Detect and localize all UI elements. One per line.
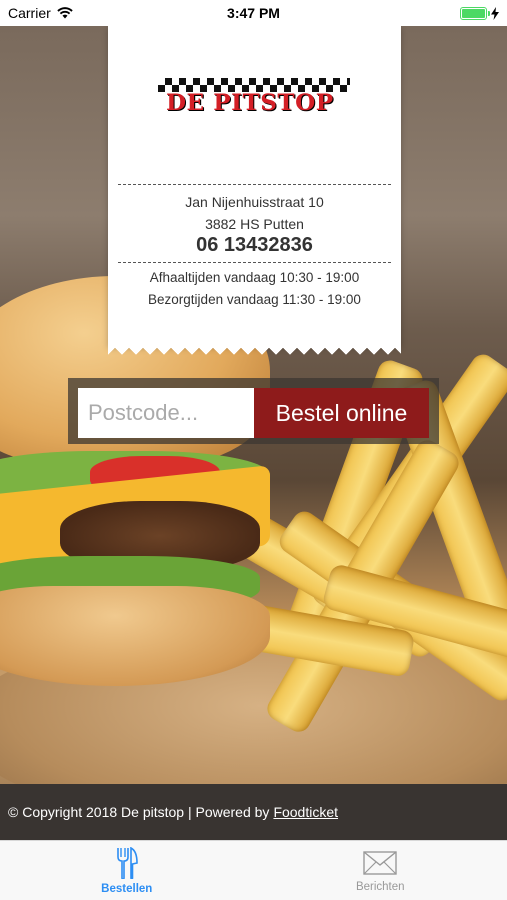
status-bar: Carrier 3:47 PM [0,0,507,26]
copyright-bar: © Copyright 2018 De pitstop | Powered by… [0,784,507,840]
restaurant-info-card: DE PITSTOP Jan Nijenhuisstraat 10 3882 H… [108,26,401,346]
restaurant-logo: DE PITSTOP [158,78,350,118]
tab-label: Bestellen [101,883,153,895]
divider [118,262,391,263]
battery-icon [459,6,490,20]
tab-bar: Bestellen Berichten [0,840,507,900]
phone-number[interactable]: 06 13432836 [108,234,401,257]
foodticket-link[interactable]: Foodticket [273,804,338,820]
charging-bolt-icon [490,6,499,20]
postcode-input[interactable] [78,388,254,438]
carrier-label: Carrier [8,5,51,21]
tab-bestellen[interactable]: Bestellen [0,841,254,900]
tab-label: Berichten [355,881,405,893]
order-form: Bestel online [68,378,439,444]
wifi-icon [57,7,73,19]
status-time: 3:47 PM [227,5,280,21]
pickup-hours: Afhaaltijden vandaag 10:30 - 19:00 [149,270,360,285]
order-online-button[interactable]: Bestel online [254,388,429,438]
divider [118,184,391,185]
envelope-icon [363,851,397,875]
logo-text: DE PITSTOP [166,90,334,116]
fork-knife-icon [116,847,138,879]
address-street: Jan Nijenhuisstraat 10 [185,194,324,210]
delivery-hours: Bezorgtijden vandaag 11:30 - 19:00 [148,292,361,307]
tab-berichten[interactable]: Berichten [254,841,507,900]
receipt-zigzag-edge [108,346,401,358]
copyright-text: © Copyright 2018 De pitstop | Powered by [8,804,270,820]
address-city: 3882 HS Putten [205,216,304,232]
